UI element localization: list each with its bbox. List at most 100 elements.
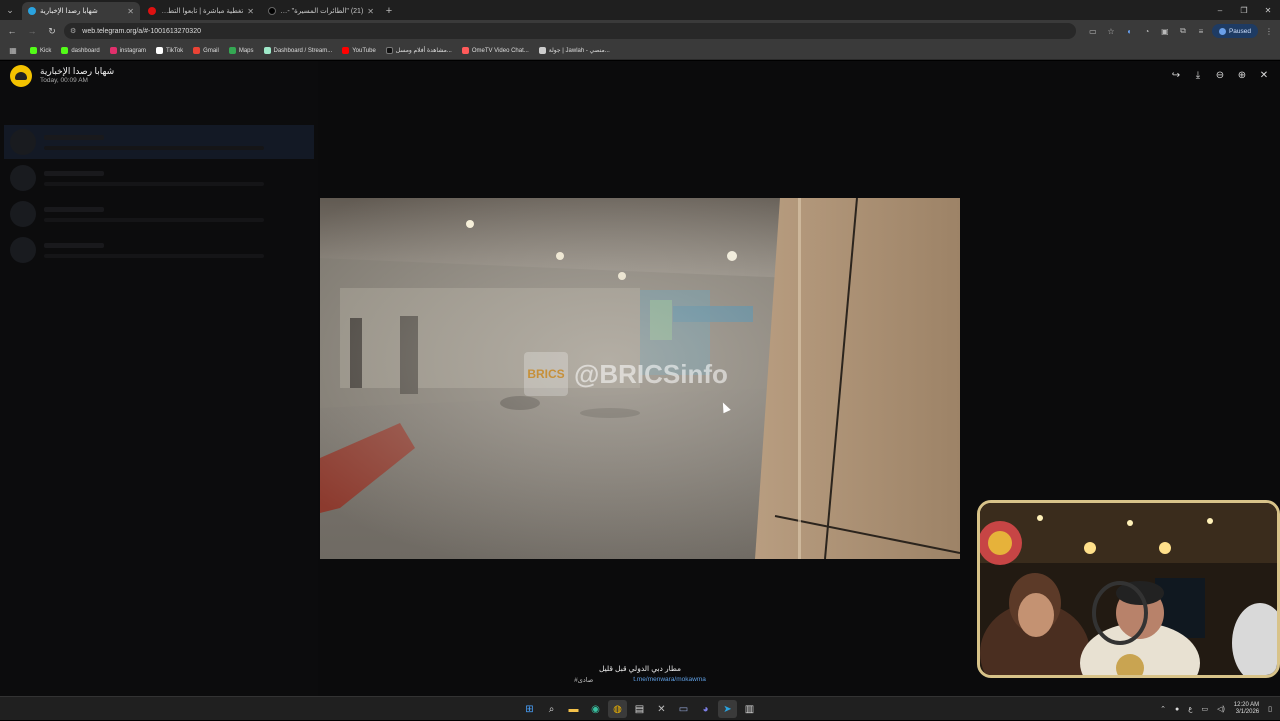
chevron-up-icon[interactable]: ⌃ <box>1160 705 1166 713</box>
clock-date: 3/1/2026 <box>1235 709 1260 715</box>
discord-icon[interactable]: ◕ <box>696 700 715 718</box>
bookmark-label: Dashboard / Stream... <box>273 47 333 54</box>
clock-time: 12:20 AM <box>1233 701 1260 708</box>
jawlah-icon <box>538 47 546 54</box>
volume-icon[interactable]: ◁) <box>1217 705 1225 713</box>
close-tab-icon[interactable]: ✕ <box>247 7 254 16</box>
x-favicon-icon <box>268 7 276 15</box>
close-icon[interactable]: ✕ <box>1258 69 1270 81</box>
bookmark-label: instagram <box>119 47 147 54</box>
language-indicator[interactable]: ع <box>1188 705 1192 713</box>
xbox-icon[interactable]: ✕ <box>652 700 671 718</box>
watermark: BRICS @BRICSinfo <box>524 352 728 396</box>
viewer-toolbar: ↪ ⤓ ⊖ ⊕ ✕ <box>1170 69 1270 81</box>
telegram-icon[interactable]: ➤ <box>718 700 737 718</box>
kick-icon <box>61 47 69 54</box>
media-image[interactable]: BRICS @BRICSinfo <box>320 198 960 559</box>
bookmark-item[interactable]: YouTube <box>342 47 376 54</box>
network-icon[interactable]: ▭ <box>1201 705 1208 713</box>
close-tab-icon[interactable]: ✕ <box>367 7 374 16</box>
system-tray: ⌃ ● ع ▭ ◁) 12:20 AM 3/1/2026 ▯ <box>1160 697 1272 721</box>
maximize-button[interactable]: ❐ <box>1232 0 1256 20</box>
profile-paused-button[interactable]: Paused <box>1211 24 1258 38</box>
tiktok-icon <box>156 47 164 54</box>
reload-icon[interactable]: ↻ <box>44 23 60 39</box>
bookmark-item[interactable]: Maps <box>228 47 254 54</box>
caption-hashtag[interactable]: #صادى <box>574 676 593 684</box>
bookmark-item[interactable]: dashboard <box>61 47 100 54</box>
close-window-button[interactable]: ✕ <box>1256 0 1280 20</box>
notifications-icon[interactable]: ▯ <box>1268 705 1272 713</box>
more-menu-icon[interactable]: ⋮ <box>1262 24 1276 38</box>
browser-toolbar: ← → ↻ ⚙ web.telegram.org/a/#-10016132703… <box>0 20 1280 42</box>
webcam-scene-image <box>980 503 1277 675</box>
bookmark-label: YouTube <box>352 47 376 54</box>
chat-list-item <box>4 161 314 195</box>
microphone-icon[interactable]: ● <box>1175 706 1179 713</box>
bookmark-item[interactable]: جولة | Jawlah - منصي... <box>538 47 610 54</box>
telegram-favicon-icon <box>28 7 36 15</box>
zoom-out-icon[interactable]: ⊖ <box>1214 69 1226 81</box>
bookmark-star-icon[interactable]: ☆ <box>1104 24 1118 38</box>
bookmark-item[interactable]: OmeTV Video Chat... <box>461 47 529 54</box>
channel-meta: شهابا رصدا الإخبارية Today, 00:09 AM <box>40 67 114 85</box>
bookmark-label: OmeTV Video Chat... <box>471 47 529 54</box>
bookmark-item[interactable]: Gmail <box>193 47 219 54</box>
tab-search-icon[interactable]: ⌄ <box>0 0 20 20</box>
store-icon[interactable]: ▤ <box>630 700 649 718</box>
apps-grid-icon[interactable]: ▦ <box>6 44 20 58</box>
media-icon[interactable]: ≡ <box>1194 24 1208 38</box>
profile-avatar <box>1218 27 1226 35</box>
window-icon[interactable]: ▭ <box>674 700 693 718</box>
paused-label: Paused <box>1228 27 1251 35</box>
obs-icon[interactable]: ▥ <box>740 700 759 718</box>
file-explorer-icon[interactable]: ▬ <box>564 700 583 718</box>
extension-icon[interactable]: ◔ <box>1140 24 1154 38</box>
stream-dashboard-icon <box>263 47 271 54</box>
brics-logo: BRICS <box>524 352 568 396</box>
chat-list-item <box>4 233 314 267</box>
cast-icon[interactable]: ▭ <box>1086 24 1100 38</box>
kick-icon <box>30 47 37 54</box>
forward-icon[interactable]: ↪ <box>1170 69 1182 81</box>
new-tab-button[interactable]: + <box>380 2 398 20</box>
bookmark-item[interactable]: instagram <box>109 47 147 54</box>
forward-icon[interactable]: → <box>24 23 40 39</box>
browser-tab-strip: ⌄ شهابا رصدا الإخبارية ✕ تغطية مباشرة | … <box>0 0 1280 20</box>
back-icon[interactable]: ← <box>4 23 20 39</box>
bookmark-item[interactable]: Kick <box>30 47 51 54</box>
bookmark-label: Gmail <box>203 47 219 54</box>
zoom-in-icon[interactable]: ⊕ <box>1236 69 1248 81</box>
url-text: web.telegram.org/a/#-1001613270320 <box>82 27 201 35</box>
search-icon[interactable]: ⌕ <box>542 700 561 718</box>
extension-icon[interactable]: ▣ <box>1158 24 1172 38</box>
ometv-icon <box>461 47 469 54</box>
tab-x[interactable]: (21) "الطائرات المسيرة" - X / ✕ <box>262 2 380 20</box>
close-tab-icon[interactable]: ✕ <box>127 7 134 16</box>
media-viewer-header: شهابا رصدا الإخبارية Today, 00:09 AM ↪ ⤓… <box>0 61 1280 91</box>
chat-list-dimmed <box>0 61 318 696</box>
site-info-icon[interactable]: ⚙ <box>70 27 76 35</box>
clock[interactable]: 12:20 AM 3/1/2026 <box>1234 702 1259 716</box>
window-controls: – ❐ ✕ <box>1208 0 1280 20</box>
bookmark-item[interactable]: مشاهدة أفلام ومسل... <box>385 47 452 54</box>
gmail-icon <box>193 47 201 54</box>
puzzle-icon[interactable]: ⧉ <box>1176 24 1190 38</box>
address-bar[interactable]: ⚙ web.telegram.org/a/#-1001613270320 <box>64 23 1076 39</box>
instagram-icon <box>109 47 117 54</box>
windows-taskbar: ⊞ ⌕ ▬ ◉ ◍ ▤ ✕ ▭ ◕ ➤ ▥ ⌃ ● ع ▭ ◁) 12:20 A… <box>0 696 1280 720</box>
bookmark-label: TikTok <box>166 47 184 54</box>
minimize-button[interactable]: – <box>1208 0 1232 20</box>
bookmark-item[interactable]: Dashboard / Stream... <box>263 47 333 54</box>
tab-telegram[interactable]: شهابا رصدا الإخبارية ✕ <box>22 2 140 20</box>
chrome-icon[interactable]: ◍ <box>608 700 627 718</box>
extension-icon[interactable]: ◖ <box>1122 24 1136 38</box>
download-icon[interactable]: ⤓ <box>1192 69 1204 81</box>
channel-avatar[interactable] <box>10 65 32 87</box>
caption-link[interactable]: t.me/menwara/mokawma <box>633 676 706 684</box>
tab-title: شهابا رصدا الإخبارية <box>40 8 98 15</box>
windows-start-icon[interactable]: ⊞ <box>520 700 539 718</box>
bookmark-item[interactable]: TikTok <box>156 47 183 54</box>
tab-live-coverage[interactable]: تغطية مباشرة | تابعوا التطورات ✕ <box>142 2 260 20</box>
edge-icon[interactable]: ◉ <box>586 700 605 718</box>
